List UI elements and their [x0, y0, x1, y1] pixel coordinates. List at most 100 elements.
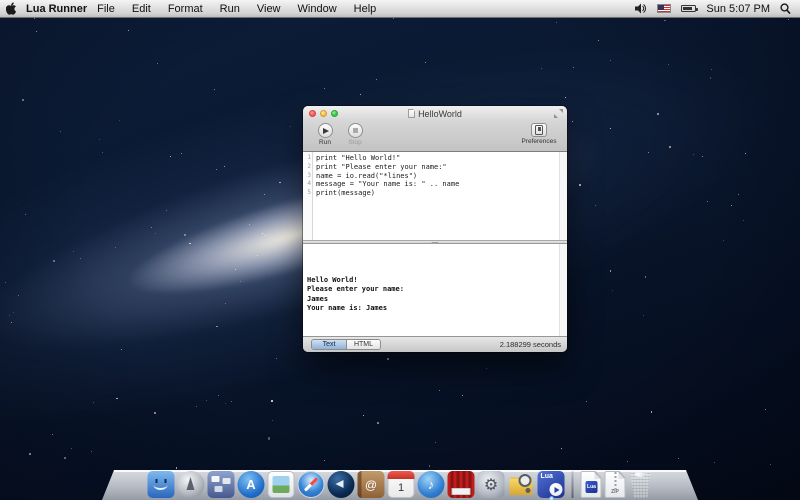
output-mode-tabs: TextHTML — [311, 339, 381, 350]
output-line: James — [307, 295, 557, 305]
volume-icon[interactable] — [635, 3, 647, 14]
dock-icon-zip-document[interactable]: ZIP — [605, 471, 626, 498]
dock-icon-glyph: Lua — [586, 481, 598, 493]
menu-item-run[interactable]: Run — [220, 3, 240, 15]
dock-icon-glyph: ♪ — [418, 471, 445, 498]
dock-icon-trash[interactable] — [629, 471, 653, 498]
dock: A @ 1 ♪ — [148, 471, 653, 498]
line-number: 4 — [303, 180, 313, 189]
editor-scrollbar[interactable] — [559, 152, 567, 240]
dock-icon-glyph: ZIP — [606, 472, 625, 497]
active-app-name[interactable]: Lua Runner — [26, 3, 87, 15]
code-text: print "Please enter your name:" — [313, 163, 447, 172]
dock-icon-glyph — [629, 471, 653, 498]
output-line: Hello World! — [307, 276, 557, 286]
tab-text[interactable]: Text — [312, 340, 346, 349]
window-title: HelloWorld — [408, 109, 462, 119]
menu-items: File Edit Format Run View Window Help — [97, 3, 376, 15]
document-proxy-icon[interactable] — [408, 109, 415, 118]
code-line: 1 print "Hello World!" — [303, 154, 559, 163]
apple-menu[interactable] — [0, 2, 22, 15]
run-icon — [318, 123, 333, 138]
dock-icon-glyph: ⚙ — [478, 471, 505, 498]
stop-button[interactable]: Stop — [341, 123, 369, 146]
dock-icon-itunes[interactable]: ♪ — [418, 471, 445, 498]
dock-icon-lua-document[interactable]: Lua — [581, 471, 602, 498]
preferences-button[interactable]: Preferences — [517, 123, 561, 145]
menu-item-edit[interactable]: Edit — [132, 3, 151, 15]
line-number: 1 — [303, 154, 313, 163]
dock-icon-glyph: 1 — [389, 472, 414, 497]
close-button[interactable] — [309, 110, 316, 117]
code-text: print "Hello World!" — [313, 154, 400, 163]
dock-icon-glyph: A — [238, 471, 265, 498]
window-title-text: HelloWorld — [418, 109, 462, 119]
dock-icon-glyph: @ — [358, 471, 385, 498]
output-scrollbar[interactable] — [559, 244, 567, 336]
dock-icon-finder[interactable] — [148, 471, 175, 498]
code-text: name = io.read("*lines") — [313, 172, 417, 181]
menu-item-format[interactable]: Format — [168, 3, 203, 15]
tab-html[interactable]: HTML — [346, 340, 380, 349]
menu-item-help[interactable]: Help — [354, 3, 377, 15]
output-line: Please enter your name: — [307, 285, 557, 295]
menu-bar: Lua Runner File Edit Format Run View Window He… — [0, 0, 800, 18]
code-line: 2 print "Please enter your name:" — [303, 163, 559, 172]
dock-icon-safari[interactable] — [298, 471, 325, 498]
dock-icon-finder-search[interactable] — [508, 471, 535, 498]
output-lines: Hello World!Please enter your name:James… — [307, 247, 557, 314]
run-label: Run — [311, 139, 339, 146]
window-footer: TextHTML 2.188299 seconds — [303, 336, 567, 352]
menu-bar-status: Sun 5:07 PM — [635, 3, 800, 15]
title-bar[interactable]: HelloWorld — [303, 106, 567, 121]
dock-icon-system-preferences[interactable]: ⚙ — [478, 471, 505, 498]
code-line: 5 print(message) — [303, 189, 559, 198]
stop-label: Stop — [341, 139, 369, 146]
minimize-button[interactable] — [320, 110, 327, 117]
spotlight-icon[interactable] — [780, 3, 791, 15]
dock-icon-separator — [572, 471, 574, 498]
menu-bar-clock[interactable]: Sun 5:07 PM — [706, 3, 770, 15]
dock-icon-glyph — [572, 471, 574, 498]
line-number: 5 — [303, 189, 313, 198]
code-line: 4 message = "Your name is: " .. name — [303, 180, 559, 189]
dock-icon-glyph — [299, 472, 324, 497]
code-line: 3 name = io.read("*lines") — [303, 172, 559, 181]
menu-item-file[interactable]: File — [97, 3, 115, 15]
elapsed-time: 2.188299 seconds — [500, 340, 561, 349]
dock-icon-glyph — [328, 471, 355, 498]
dock-icon-app-store[interactable]: A — [238, 471, 265, 498]
dock-icon-glyph — [448, 471, 475, 498]
dock-icon-glyph — [508, 471, 535, 498]
app-window: HelloWorld Run Stop Preferences — [303, 106, 567, 352]
dock-icon-ical[interactable]: 1 — [388, 471, 415, 498]
fullscreen-icon[interactable] — [554, 109, 563, 118]
output-line: Your name is: James — [307, 304, 557, 314]
menu-item-window[interactable]: Window — [298, 3, 337, 15]
dock-icon-photo-booth[interactable] — [448, 471, 475, 498]
run-button[interactable]: Run — [311, 123, 339, 146]
dock-icon-glyph — [269, 472, 294, 497]
battery-icon[interactable] — [681, 5, 696, 12]
output-pane: Hello World!Please enter your name:James… — [303, 244, 567, 336]
dock-icon-preview[interactable] — [268, 471, 295, 498]
preferences-icon — [531, 123, 547, 137]
code-editor[interactable]: 1 print "Hello World!" 2 print "Please e… — [303, 152, 567, 240]
input-language-flag-icon[interactable] — [657, 4, 671, 13]
dock-icon-ichat[interactable] — [328, 471, 355, 498]
desktop: Lua Runner File Edit Format Run View Window He… — [0, 0, 800, 500]
code-lines: 1 print "Hello World!" 2 print "Please e… — [303, 154, 559, 198]
dock-icon-launchpad[interactable] — [178, 471, 205, 498]
apple-icon — [6, 2, 17, 15]
dock-icon-address-book[interactable]: @ — [358, 471, 385, 498]
line-number: 2 — [303, 163, 313, 172]
dock-icon-glyph — [208, 471, 235, 498]
window-controls — [309, 110, 338, 117]
dock-icon-lua-runner[interactable]: Lua — [538, 471, 565, 498]
line-number: 3 — [303, 172, 313, 181]
preferences-label: Preferences — [517, 138, 561, 145]
zoom-button[interactable] — [331, 110, 338, 117]
menu-item-view[interactable]: View — [257, 3, 281, 15]
dock-icon-mission-control[interactable] — [208, 471, 235, 498]
toolbar: Run Stop Preferences — [303, 121, 567, 152]
